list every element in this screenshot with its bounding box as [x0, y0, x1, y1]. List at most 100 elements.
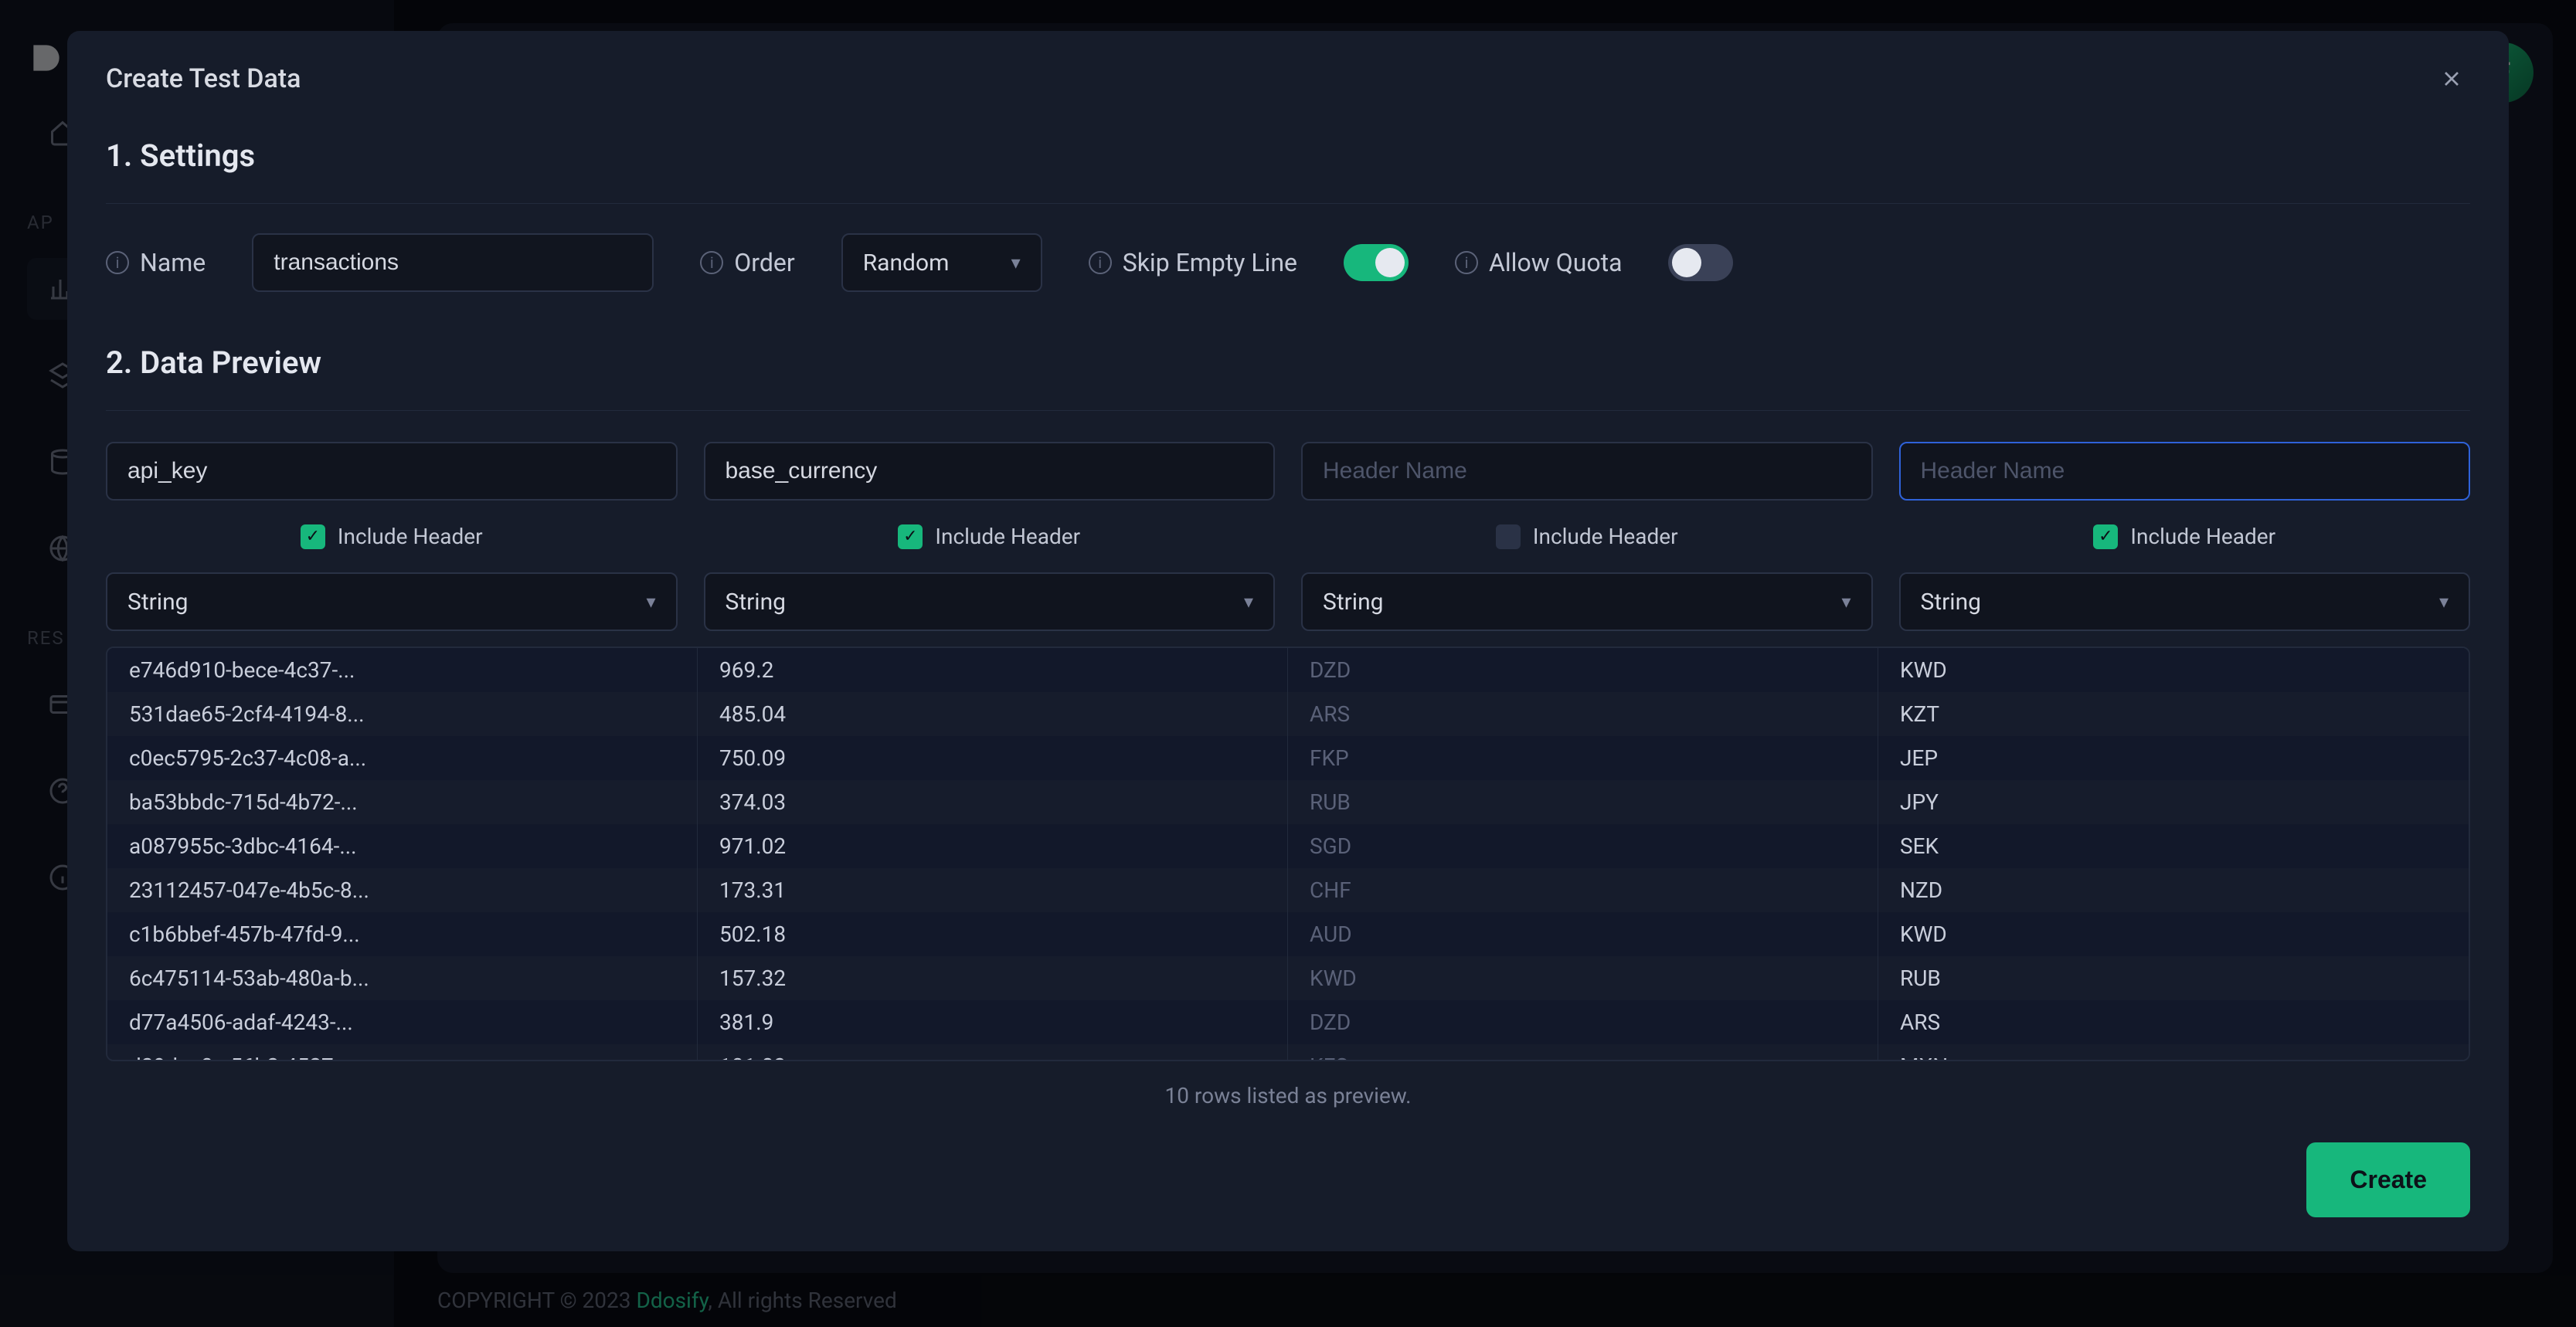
table-cell: 531dae65-2cf4-4194-8... [107, 692, 698, 736]
table-cell: SEK [1878, 824, 2469, 868]
table-row: a087955c-3dbc-4164-...971.02SGDSEK [107, 824, 2469, 868]
table-cell: SGD [1288, 824, 1878, 868]
table-cell: JEP [1878, 736, 2469, 780]
column-type-select[interactable]: String ▾ [106, 572, 678, 631]
skip-empty-toggle[interactable] [1344, 244, 1409, 281]
include-header-checkbox[interactable]: ✓ [2093, 524, 2118, 549]
table-cell: ARS [1288, 692, 1878, 736]
create-test-data-modal: Create Test Data 1. Settings i Name i Or… [67, 31, 2509, 1251]
table-cell: 173.31 [698, 868, 1288, 912]
table-cell: JPY [1878, 780, 2469, 824]
table-row: 6c475114-53ab-480a-b...157.32KWDRUB [107, 956, 2469, 1000]
type-value: String [1921, 589, 1982, 616]
create-button[interactable]: Create [2306, 1142, 2470, 1217]
chevron-down-icon: ▾ [2439, 591, 2449, 613]
table-cell: 23112457-047e-4b5c-8... [107, 868, 698, 912]
preview-heading: 2. Data Preview [106, 344, 2470, 381]
include-header-checkbox[interactable]: ✓ [898, 524, 923, 549]
table-cell: KES [1288, 1044, 1878, 1061]
table-cell: KWD [1288, 956, 1878, 1000]
table-row: d29dca0c-56b2-4527-...101.83KESMXN [107, 1044, 2469, 1061]
order-select[interactable]: Random ▾ [841, 233, 1042, 292]
table-row: 23112457-047e-4b5c-8...173.31CHFNZD [107, 868, 2469, 912]
table-cell: RUB [1288, 780, 1878, 824]
table-cell: 157.32 [698, 956, 1288, 1000]
table-cell: FKP [1288, 736, 1878, 780]
allow-quota-toggle[interactable] [1668, 244, 1733, 281]
include-header-label: Include Header [2130, 524, 2275, 549]
name-label-text: Name [140, 248, 206, 277]
chevron-down-icon: ▾ [1011, 252, 1021, 273]
info-icon: i [700, 251, 723, 274]
preview-column: ✓ Include Header String ▾ [704, 442, 1276, 631]
skip-empty-label: i Skip Empty Line [1089, 248, 1297, 277]
table-cell: KZT [1878, 692, 2469, 736]
quota-label-text: Allow Quota [1489, 248, 1622, 277]
close-icon [2439, 66, 2464, 91]
include-header-checkbox[interactable] [1496, 524, 1521, 549]
table-row: c0ec5795-2c37-4c08-a...750.09FKPJEP [107, 736, 2469, 780]
table-cell: AUD [1288, 912, 1878, 956]
type-value: String [726, 589, 787, 616]
table-cell: MXN [1878, 1044, 2469, 1061]
table-cell: a087955c-3dbc-4164-... [107, 824, 698, 868]
chevron-down-icon: ▾ [646, 591, 655, 613]
table-cell: 971.02 [698, 824, 1288, 868]
include-header-row: Include Header [1301, 524, 1873, 549]
column-name-input[interactable] [106, 442, 678, 501]
include-header-row: ✓ Include Header [1899, 524, 2471, 549]
preview-caption: 10 rows listed as preview. [106, 1083, 2470, 1108]
column-type-select[interactable]: String ▾ [704, 572, 1276, 631]
info-icon: i [1089, 251, 1112, 274]
skip-label-text: Skip Empty Line [1123, 248, 1297, 277]
include-header-label: Include Header [935, 524, 1080, 549]
table-cell: KWD [1878, 648, 2469, 692]
column-name-input[interactable] [704, 442, 1276, 501]
info-icon: i [106, 251, 129, 274]
table-cell: DZD [1288, 648, 1878, 692]
table-cell: c0ec5795-2c37-4c08-a... [107, 736, 698, 780]
table-cell: 374.03 [698, 780, 1288, 824]
modal-footer: Create [67, 1116, 2509, 1251]
preview-column: ✓ Include Header String ▾ [1899, 442, 2471, 631]
table-row: 531dae65-2cf4-4194-8...485.04ARSKZT [107, 692, 2469, 736]
table-cell: ARS [1878, 1000, 2469, 1044]
table-row: e746d910-bece-4c37-...969.2DZDKWD [107, 648, 2469, 692]
type-value: String [127, 589, 189, 616]
table-cell: NZD [1878, 868, 2469, 912]
order-label-text: Order [734, 248, 794, 277]
settings-heading: 1. Settings [106, 137, 2470, 174]
close-button[interactable] [2433, 60, 2470, 97]
table-cell: d29dca0c-56b2-4527-... [107, 1044, 698, 1061]
modal-header: Create Test Data [67, 31, 2509, 127]
name-input[interactable] [252, 233, 654, 292]
table-cell: d77a4506-adaf-4243-... [107, 1000, 698, 1044]
table-cell: KWD [1878, 912, 2469, 956]
order-value: Random [863, 249, 950, 277]
type-value: String [1323, 589, 1384, 616]
column-type-select[interactable]: String ▾ [1301, 572, 1873, 631]
modal-overlay: Create Test Data 1. Settings i Name i Or… [0, 0, 2576, 1327]
table-cell: CHF [1288, 868, 1878, 912]
name-label: i Name [106, 248, 206, 277]
modal-title: Create Test Data [106, 63, 301, 94]
chevron-down-icon: ▾ [1841, 591, 1850, 613]
table-cell: 101.83 [698, 1044, 1288, 1061]
allow-quota-label: i Allow Quota [1455, 248, 1622, 277]
include-header-label: Include Header [1533, 524, 1678, 549]
table-cell: ba53bbdc-715d-4b72-... [107, 780, 698, 824]
table-cell: 969.2 [698, 648, 1288, 692]
table-cell: RUB [1878, 956, 2469, 1000]
settings-row: i Name i Order Random ▾ i Skip Empty Lin… [106, 203, 2470, 321]
table-cell: e746d910-bece-4c37-... [107, 648, 698, 692]
preview-column: Include Header String ▾ [1301, 442, 1873, 631]
table-cell: c1b6bbef-457b-47fd-9... [107, 912, 698, 956]
column-name-input[interactable] [1899, 442, 2471, 501]
include-header-checkbox[interactable]: ✓ [301, 524, 325, 549]
table-cell: 381.9 [698, 1000, 1288, 1044]
include-header-row: ✓ Include Header [106, 524, 678, 549]
column-name-input[interactable] [1301, 442, 1873, 501]
column-type-select[interactable]: String ▾ [1899, 572, 2471, 631]
preview-column: ✓ Include Header String ▾ [106, 442, 678, 631]
include-header-row: ✓ Include Header [704, 524, 1276, 549]
